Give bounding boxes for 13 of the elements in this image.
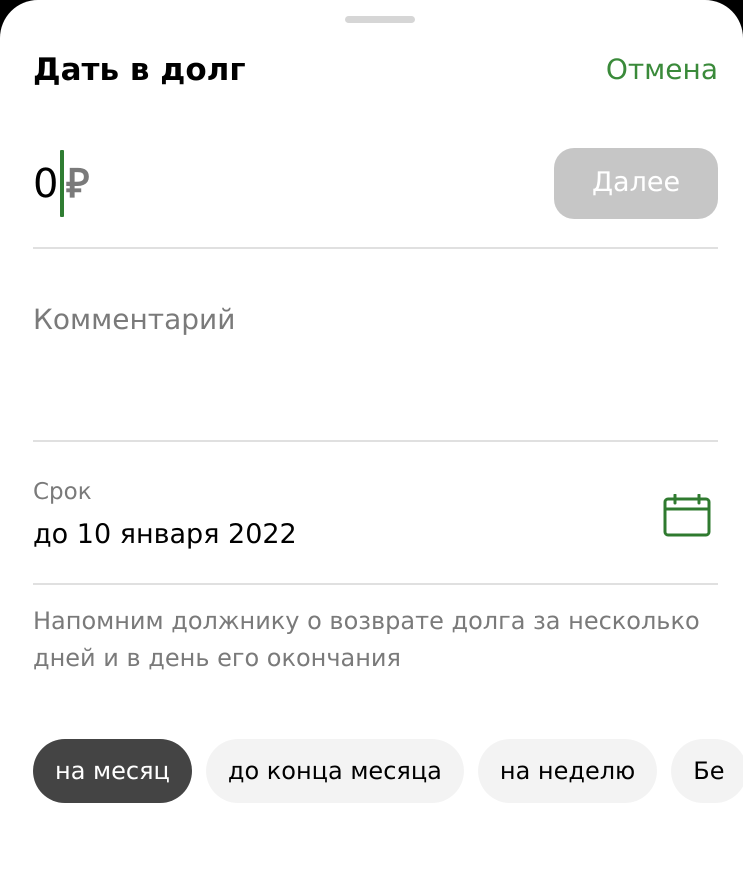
period-chip[interactable]: Бе — [671, 739, 743, 803]
drag-handle[interactable] — [344, 16, 414, 23]
period-chip[interactable]: на неделю — [478, 739, 658, 803]
reminder-note: Напомним должнику о возврате долга за несколько дней и в день его окончания — [33, 606, 701, 674]
cancel-button[interactable]: Отмена — [606, 50, 718, 90]
comment-field[interactable]: Комментарий — [33, 302, 718, 338]
deadline-value[interactable]: до 10 января 2022 — [33, 517, 297, 553]
period-chip[interactable]: до конца месяца — [206, 739, 464, 803]
amount-field[interactable]: 0 ₽ — [33, 150, 90, 217]
sheet-title: Дать в долг — [33, 51, 246, 90]
period-chip[interactable]: на месяц — [33, 739, 192, 803]
calendar-icon[interactable] — [663, 494, 711, 537]
deadline-label: Срок — [33, 478, 92, 506]
